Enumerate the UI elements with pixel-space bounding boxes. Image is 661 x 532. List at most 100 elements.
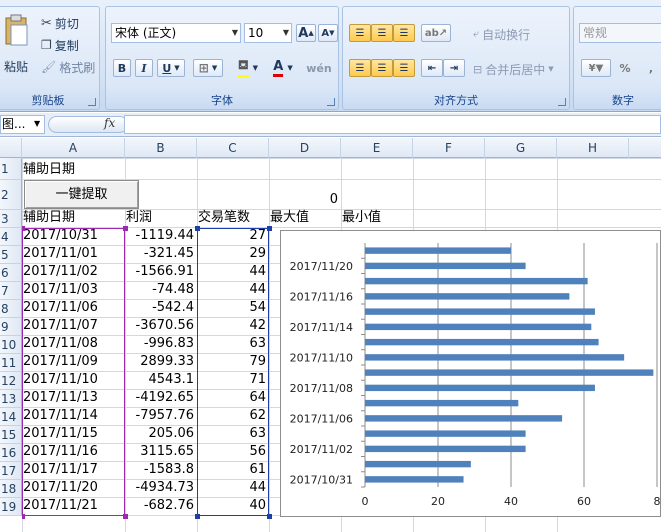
profit-cell[interactable]: 4543.1	[126, 371, 196, 389]
column-header-b[interactable]: B	[125, 138, 197, 158]
row-header-5[interactable]: 5	[0, 246, 22, 264]
align-center-button[interactable]: ☰	[371, 59, 393, 77]
date-cell[interactable]: 2017/11/10	[23, 371, 124, 389]
bold-button[interactable]: B	[113, 59, 131, 77]
date-cell[interactable]: 2017/11/15	[23, 425, 124, 443]
number-format-select[interactable]: 常规	[579, 23, 661, 43]
row-header-16[interactable]: 16	[0, 444, 22, 462]
decrease-indent-button[interactable]: ⇤	[421, 59, 443, 77]
profit-cell[interactable]: -321.45	[126, 245, 196, 263]
trades-cell[interactable]: 54	[198, 299, 268, 317]
date-cell[interactable]: 2017/11/20	[23, 479, 124, 497]
profit-cell[interactable]: -996.83	[126, 335, 196, 353]
merge-center-button[interactable]: ⊟ 合并后居中 ▼	[473, 59, 554, 79]
column-header-h[interactable]: H	[557, 138, 629, 158]
row-header-15[interactable]: 15	[0, 426, 22, 444]
font-launcher-icon[interactable]	[327, 98, 335, 106]
range-handle[interactable]	[22, 514, 25, 519]
shrink-font-button[interactable]: A ▼	[318, 24, 338, 42]
accounting-button[interactable]: ¥▼	[581, 59, 611, 77]
date-cell[interactable]: 2017/11/16	[23, 443, 124, 461]
cut-button[interactable]: ✂ 剪切	[41, 13, 79, 33]
align-right-button[interactable]: ☰	[393, 59, 415, 77]
font-size-select[interactable]: 10 ▼	[244, 23, 292, 43]
profit-cell[interactable]: -1566.91	[126, 263, 196, 281]
date-cell[interactable]: 2017/11/09	[23, 353, 124, 371]
profit-cell[interactable]: 3115.65	[126, 443, 196, 461]
trades-cell[interactable]: 29	[198, 245, 268, 263]
row-header-6[interactable]: 6	[0, 264, 22, 282]
date-cell[interactable]: 2017/10/31	[23, 227, 124, 245]
row-header-3[interactable]: 3	[0, 210, 22, 228]
date-cell[interactable]: 2017/11/07	[23, 317, 124, 335]
cell-d2[interactable]: 0	[270, 191, 340, 209]
orientation-button[interactable]: ab↗	[421, 24, 451, 42]
range-handle[interactable]	[267, 226, 272, 231]
profit-cell[interactable]: -1119.44	[126, 227, 196, 245]
trades-cell[interactable]: 63	[198, 425, 268, 443]
row-header-19[interactable]: 19	[0, 498, 22, 516]
format-painter-button[interactable]: 🖌 格式刷	[41, 57, 95, 77]
copy-button[interactable]: ❐ 复制	[41, 35, 79, 55]
comma-button[interactable]: ,	[640, 59, 661, 77]
wrap-text-button[interactable]: ⤶ 自动换行	[473, 24, 530, 44]
trades-cell[interactable]: 40	[198, 497, 268, 515]
row-header-2[interactable]: 2	[0, 180, 22, 210]
select-all-corner[interactable]	[0, 138, 22, 158]
increase-indent-button[interactable]: ⇥	[443, 59, 465, 77]
header-cell[interactable]: 利润	[126, 209, 196, 227]
extract-button[interactable]: 一键提取	[24, 180, 139, 209]
date-cell[interactable]: 2017/11/08	[23, 335, 124, 353]
date-cell[interactable]: 2017/11/02	[23, 263, 124, 281]
trades-cell[interactable]: 44	[198, 479, 268, 497]
chevron-down-icon[interactable]: ▼	[34, 119, 40, 128]
row-header-13[interactable]: 13	[0, 390, 22, 408]
header-cell[interactable]: 最大值	[270, 209, 340, 227]
date-cell[interactable]: 2017/11/21	[23, 497, 124, 515]
row-header-7[interactable]: 7	[0, 282, 22, 300]
range-handle[interactable]	[123, 226, 128, 231]
font-name-select[interactable]: 宋体 (正文) ▼	[111, 23, 241, 43]
clipboard-launcher-icon[interactable]	[88, 98, 96, 106]
range-handle[interactable]	[195, 226, 200, 231]
insert-function-icon[interactable]: fx	[104, 116, 115, 130]
profit-cell[interactable]: -74.48	[126, 281, 196, 299]
italic-button[interactable]: I	[135, 59, 153, 77]
row-header-11[interactable]: 11	[0, 354, 22, 372]
trades-cell[interactable]: 27	[198, 227, 268, 245]
row-header-10[interactable]: 10	[0, 336, 22, 354]
row-header-4[interactable]: 4	[0, 228, 22, 246]
alignment-launcher-icon[interactable]	[558, 98, 566, 106]
profit-cell[interactable]: -7957.76	[126, 407, 196, 425]
row-header-17[interactable]: 17	[0, 462, 22, 480]
date-cell[interactable]: 2017/11/06	[23, 299, 124, 317]
profit-cell[interactable]: 205.06	[126, 425, 196, 443]
underline-button[interactable]: U ▼	[157, 59, 185, 77]
profit-cell[interactable]: -1583.8	[126, 461, 196, 479]
profit-cell[interactable]: -682.76	[126, 497, 196, 515]
column-header-c[interactable]: C	[197, 138, 269, 158]
profit-cell[interactable]: -3670.56	[126, 317, 196, 335]
row-header-1[interactable]: 1	[0, 158, 22, 180]
align-top-button[interactable]: ☰	[349, 24, 371, 42]
trades-cell[interactable]: 71	[198, 371, 268, 389]
trades-cell[interactable]: 56	[198, 443, 268, 461]
column-header-a[interactable]: A	[22, 138, 125, 158]
align-left-button[interactable]: ☰	[349, 59, 371, 77]
row-header-18[interactable]: 18	[0, 480, 22, 498]
range-handle[interactable]	[267, 514, 272, 519]
align-middle-button[interactable]: ☰	[371, 24, 393, 42]
trades-cell[interactable]: 63	[198, 335, 268, 353]
trades-cell[interactable]: 42	[198, 317, 268, 335]
profit-cell[interactable]: -4192.65	[126, 389, 196, 407]
trades-cell[interactable]: 62	[198, 407, 268, 425]
bar-chart[interactable]: 0 20 40 60 8 2017/10/31 2017/11/02 2017/11/06 20…	[280, 230, 661, 517]
trades-cell[interactable]: 44	[198, 281, 268, 299]
row-header-14[interactable]: 14	[0, 408, 22, 426]
cell-a1[interactable]: 辅助日期	[23, 161, 124, 179]
column-header-e[interactable]: E	[341, 138, 413, 158]
header-cell[interactable]: 交易笔数	[198, 209, 268, 227]
date-cell[interactable]: 2017/11/01	[23, 245, 124, 263]
profit-cell[interactable]: 2899.33	[126, 353, 196, 371]
date-cell[interactable]: 2017/11/13	[23, 389, 124, 407]
